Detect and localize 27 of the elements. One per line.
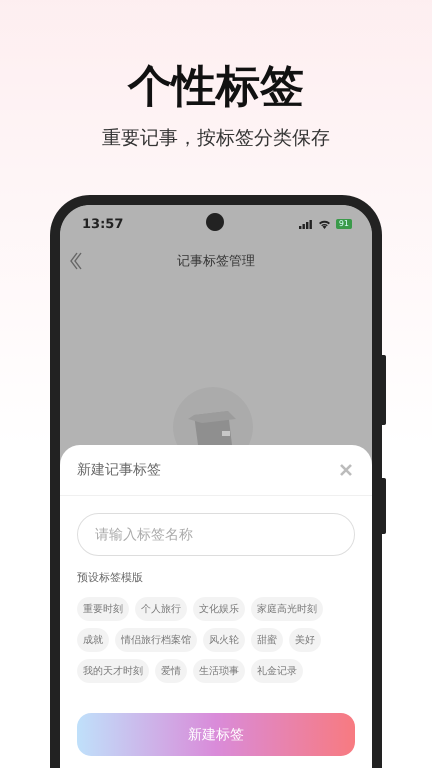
status-time: 13:57 [82, 216, 124, 232]
section-label: 预设标签模版 [77, 570, 144, 586]
wifi-icon [318, 219, 331, 229]
tag-chip[interactable]: 重要时刻 [77, 597, 129, 621]
battery-icon: 91 [336, 219, 352, 229]
tag-chip[interactable]: 文化娱乐 [193, 597, 245, 621]
tag-chip[interactable]: 生活琐事 [193, 659, 245, 683]
close-icon[interactable] [340, 464, 352, 476]
subtitle: 重要记事，按标签分类保存 [102, 126, 330, 150]
input-field[interactable]: 请输入标签名称 [77, 513, 355, 556]
create-button[interactable]: 新建标签 [77, 713, 355, 756]
tag-chip[interactable]: 爱情 [155, 659, 187, 683]
tag-chip[interactable]: 甜蜜 [251, 628, 283, 652]
tag-chip[interactable]: 成就 [77, 628, 109, 652]
signal-icon [298, 220, 313, 228]
tag-chip[interactable]: 情侣旅行档案馆 [115, 628, 197, 652]
tag-chip[interactable]: 家庭高光时刻 [251, 597, 323, 621]
tag-chip[interactable]: 风火轮 [203, 628, 245, 652]
back-icon[interactable] [70, 252, 82, 270]
sheet-title: 新建记事标签 [77, 461, 161, 479]
camera-hole [206, 213, 224, 231]
tag-chip[interactable]: 个人旅行 [135, 597, 187, 621]
headline: 个性标签 [128, 62, 304, 112]
tag-chip[interactable]: 美好 [289, 628, 321, 652]
tag-chip[interactable]: 礼金记录 [251, 659, 303, 683]
page-title: 记事标签管理 [177, 253, 255, 270]
tag-chip[interactable]: 我的天才时刻 [77, 659, 149, 683]
